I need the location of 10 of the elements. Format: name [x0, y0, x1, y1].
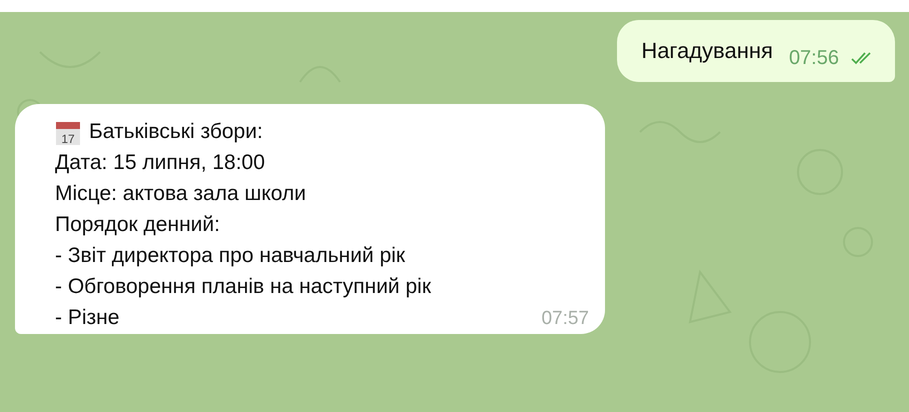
message-text: Нагадування: [641, 40, 773, 62]
message-line: - Звіт директора про навчальний рік: [55, 245, 406, 266]
message-line: Дата: 15 липня, 18:00: [55, 152, 265, 173]
message-line: - Різне: [55, 307, 120, 328]
message-line: - Обговорення планів на наступний рік: [55, 276, 432, 297]
message-time: 07:56: [788, 48, 839, 68]
message-line: Місце: актова зала школи: [55, 183, 306, 204]
message-line: Батьківські збори:: [89, 121, 263, 142]
message-time: 07:57: [541, 309, 589, 328]
message-line: Порядок денний:: [55, 214, 220, 235]
